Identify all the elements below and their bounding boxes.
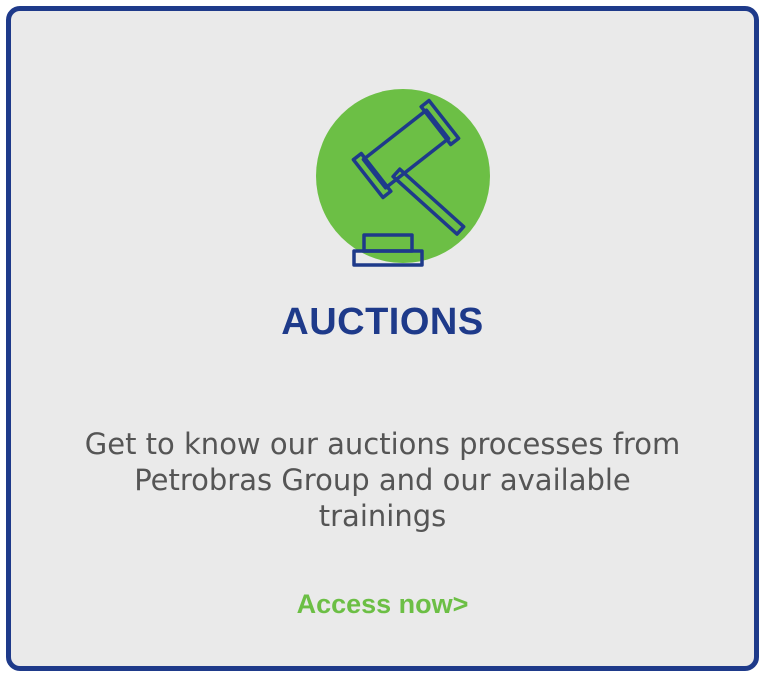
access-now-link[interactable]: Access now> (11, 589, 754, 620)
gavel-icon-circle (316, 89, 490, 267)
card-description: Get to know our auctions processes from … (84, 427, 681, 533)
gavel-icon (351, 98, 466, 267)
card-title: AUCTIONS (281, 301, 484, 343)
auctions-card: AUCTIONS Get to know our auctions proces… (6, 6, 759, 671)
